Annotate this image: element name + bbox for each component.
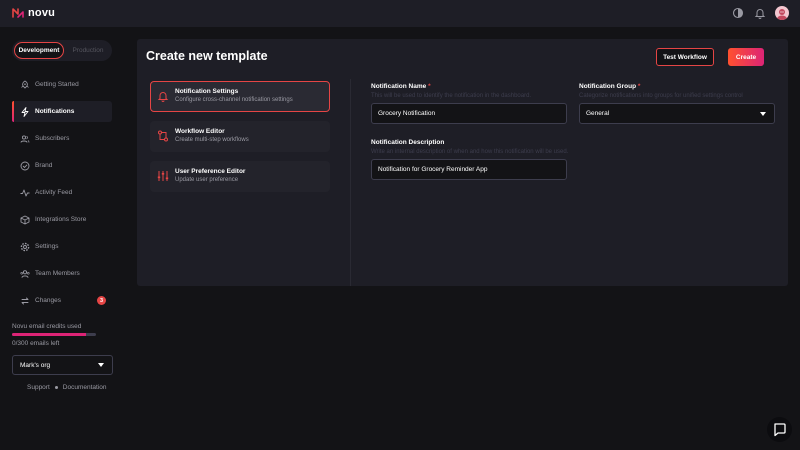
bell-icon: [157, 90, 169, 102]
sidebar-item-label: Changes: [35, 297, 62, 304]
required-mark: *: [428, 83, 431, 90]
org-selector[interactable]: Mark's org: [12, 355, 113, 375]
notification-description-value: Notification for Grocery Reminder App: [378, 166, 488, 173]
box-icon: [20, 215, 30, 225]
chat-button[interactable]: [767, 417, 792, 442]
notification-description-label: Notification Description: [371, 139, 445, 146]
required-mark: *: [637, 83, 641, 90]
avatar[interactable]: [775, 6, 789, 20]
chevron-down-icon: [98, 363, 104, 367]
notification-group-select[interactable]: General: [579, 103, 775, 124]
sidebar-item-label: Integrations Store: [35, 216, 87, 223]
sidebar-item-getting-started[interactable]: Getting Started: [12, 74, 112, 95]
sidebar-item-label: Activity Feed: [35, 189, 73, 196]
create-button[interactable]: Create: [728, 48, 764, 66]
step-notification-settings[interactable]: Notification Settings Configure cross-ch…: [150, 81, 330, 112]
notification-group-label: Notification Group *: [579, 83, 641, 90]
credits-title: Novu email credits used: [12, 323, 82, 330]
notification-description-input[interactable]: Notification for Grocery Reminder App: [371, 159, 567, 180]
sidebar-footer: Support Documentation: [27, 384, 107, 391]
create-template-panel: Create new template Test Workflow Create…: [137, 39, 788, 286]
sidebar-item-label: Team Members: [35, 270, 80, 277]
sidebar-item-label: Brand: [35, 162, 53, 169]
env-production-button[interactable]: Production: [66, 42, 110, 59]
sidebar-item-settings[interactable]: Settings: [12, 236, 112, 257]
sliders-icon: [157, 170, 169, 182]
separator-dot: [54, 386, 58, 389]
theme-toggle-icon[interactable]: [732, 7, 744, 19]
sidebar-item-label: Getting Started: [35, 81, 79, 88]
sidebar-item-changes[interactable]: Changes 3: [12, 290, 112, 311]
step-title: Workflow Editor: [175, 128, 225, 135]
sidebar-item-integrations-store[interactable]: Integrations Store: [12, 209, 112, 230]
sidebar-item-team-members[interactable]: Team Members: [12, 263, 112, 284]
team-icon: [20, 269, 30, 279]
org-name: Mark's org: [20, 361, 51, 369]
notification-group-value: General: [586, 110, 610, 117]
notification-name-value: Grocery Notification: [378, 110, 436, 117]
novu-logo[interactable]: novu: [12, 7, 55, 19]
sidebar-item-label: Subscribers: [35, 135, 70, 142]
notification-group-help: Categorize notifications into groups for…: [579, 93, 743, 99]
chat-icon: [774, 423, 786, 437]
test-workflow-button[interactable]: Test Workflow: [656, 48, 714, 66]
step-user-preference-editor[interactable]: User Preference Editor Update user prefe…: [150, 161, 330, 192]
step-title: User Preference Editor: [175, 168, 246, 175]
changes-icon: [20, 296, 30, 306]
workflow-icon: [157, 130, 169, 142]
env-development-button[interactable]: Development: [14, 42, 64, 59]
rocket-icon: [20, 79, 30, 90]
bolt-icon: [20, 106, 30, 117]
sidebar-item-subscribers[interactable]: Subscribers: [12, 128, 112, 149]
credits-progress-fill: [12, 333, 86, 336]
step-title: Notification Settings: [175, 88, 239, 95]
gear-icon: [20, 242, 30, 252]
step-subtitle: Update user preference: [175, 177, 239, 183]
credits-progress-bar: [12, 333, 96, 336]
brand-name: novu: [28, 7, 56, 19]
novu-logo-icon: [12, 8, 24, 18]
sidebar-item-label: Notifications: [35, 108, 75, 115]
notification-name-label: Notification Name *: [371, 83, 431, 90]
credits-remaining: 0/300 emails left: [12, 340, 60, 347]
check-circle-icon: [20, 161, 30, 171]
page-title: Create new template: [146, 49, 268, 63]
notification-name-help: This will be used to identify the notifi…: [371, 93, 532, 99]
notification-description-help: Write an internal description of when an…: [371, 149, 569, 155]
users-icon: [20, 134, 30, 144]
panel-divider: [350, 79, 351, 286]
sidebar-item-label: Settings: [35, 243, 59, 250]
sidebar-item-brand[interactable]: Brand: [12, 155, 112, 176]
sidebar-item-notifications[interactable]: Notifications: [12, 101, 112, 122]
documentation-link[interactable]: Documentation: [63, 384, 107, 391]
step-subtitle: Create multi-step workflows: [175, 137, 249, 143]
bell-icon[interactable]: [754, 7, 766, 19]
support-link[interactable]: Support: [27, 384, 50, 391]
step-subtitle: Configure cross-channel notification set…: [175, 97, 293, 103]
step-workflow-editor[interactable]: Workflow Editor Create multi-step workfl…: [150, 121, 330, 152]
top-bar: novu: [0, 0, 800, 27]
activity-icon: [20, 188, 30, 198]
environment-toggle: Development Production: [12, 40, 112, 61]
chevron-down-icon: [760, 112, 766, 116]
changes-count-badge: 3: [97, 296, 106, 305]
notification-name-input[interactable]: Grocery Notification: [371, 103, 567, 124]
sidebar-item-activity-feed[interactable]: Activity Feed: [12, 182, 112, 203]
